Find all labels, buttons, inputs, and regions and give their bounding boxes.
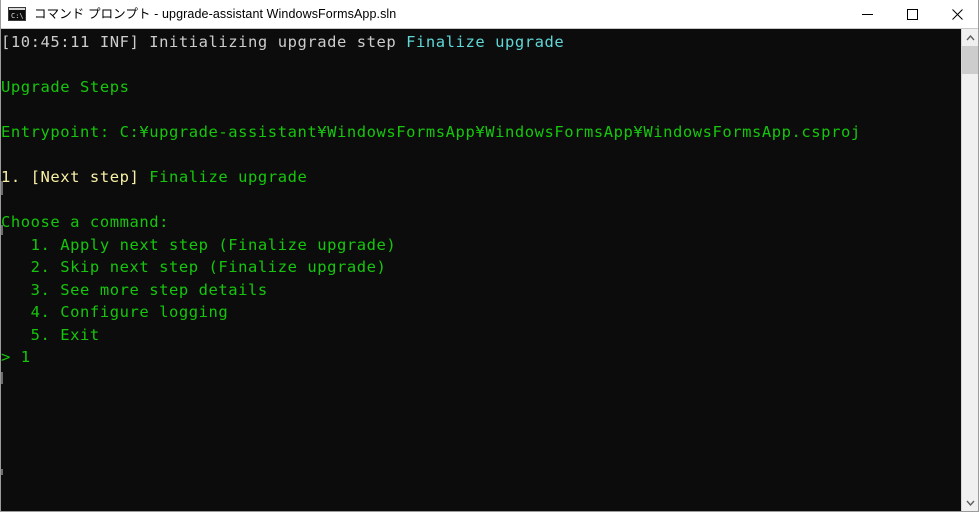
terminal-text-segment: 5. Exit — [1, 325, 100, 344]
terminal-line-next-step: 1. [Next step] Finalize upgrade — [1, 166, 861, 189]
terminal-line-blank-4 — [1, 189, 861, 212]
terminal-text-segment: Entrypoint: C:¥upgrade-assistant¥Windows… — [1, 123, 861, 141]
scrollbar-track[interactable] — [962, 46, 978, 494]
terminal-text-segment: Finalize upgrade — [149, 168, 308, 186]
terminal-text-segment: > 1 — [1, 348, 31, 366]
terminal-line-entrypoint: Entrypoint: C:¥upgrade-assistant¥Windows… — [1, 121, 861, 144]
terminal-text-segment: 4. Configure logging — [1, 303, 229, 321]
terminal-line-choose-a-command: Choose a command: — [1, 211, 861, 234]
edge-artifact — [1, 469, 3, 475]
terminal-text-segment: 1. Apply next step (Finalize upgrade) — [1, 235, 397, 254]
terminal-line-prompt: > 1 — [1, 346, 861, 369]
maximize-icon — [907, 8, 918, 20]
terminal-text-segment: 2. Skip next step (Finalize upgrade) — [1, 258, 387, 276]
terminal-line-log-init: [10:45:11 INF] Initializing upgrade step… — [1, 31, 861, 54]
terminal-text-segment: 1. [Next step] — [1, 168, 150, 186]
scrollbar-thumb[interactable] — [962, 46, 978, 74]
close-button[interactable] — [935, 0, 978, 28]
terminal-line-command-5: 5. Exit — [1, 324, 861, 347]
terminal-text-segment: 3. See more step details — [1, 280, 268, 299]
edge-artifact — [1, 372, 3, 384]
close-icon — [952, 8, 963, 20]
window-title: コマンド プロンプト - upgrade-assistant WindowsFo… — [34, 7, 397, 21]
scroll-up-button[interactable] — [962, 29, 978, 46]
terminal-line-command-4: 4. Configure logging — [1, 301, 861, 324]
minimize-icon — [862, 13, 873, 15]
terminal-text-segment: Upgrade Steps — [1, 78, 130, 96]
maximize-button[interactable] — [890, 0, 935, 28]
chevron-down-icon — [965, 500, 975, 506]
terminal-text: [10:45:11 INF] Initializing upgrade step… — [1, 29, 861, 369]
vertical-scrollbar[interactable] — [961, 29, 978, 511]
terminal-line-command-1: 1. Apply next step (Finalize upgrade) — [1, 234, 861, 257]
terminal-line-heading-upgrade-steps: Upgrade Steps — [1, 76, 861, 99]
scroll-down-button[interactable] — [962, 494, 978, 511]
terminal-text-segment: Finalize upgrade — [406, 33, 565, 51]
terminal-output-area[interactable]: [10:45:11 INF] Initializing upgrade step… — [1, 29, 962, 511]
terminal-line-blank-2 — [1, 99, 861, 122]
chevron-up-icon — [965, 34, 975, 40]
svg-text:C:\: C:\ — [11, 12, 24, 20]
terminal-line-blank-1 — [1, 54, 861, 77]
terminal-text-segment: Choose a command: — [1, 213, 169, 231]
terminal-line-command-2: 2. Skip next step (Finalize upgrade) — [1, 256, 861, 279]
command-prompt-window: C:\ コマンド プロンプト - upgrade-assistant Windo… — [0, 0, 979, 512]
window-controls — [845, 0, 978, 28]
cmd-console-icon: C:\ — [8, 7, 26, 21]
terminal-text-segment: [10:45:11 INF] Initializing upgrade step — [1, 33, 407, 51]
title-bar[interactable]: C:\ コマンド プロンプト - upgrade-assistant Windo… — [1, 0, 978, 29]
terminal-line-blank-3 — [1, 144, 861, 167]
minimize-button[interactable] — [845, 0, 890, 28]
terminal-line-command-3: 3. See more step details — [1, 279, 861, 302]
